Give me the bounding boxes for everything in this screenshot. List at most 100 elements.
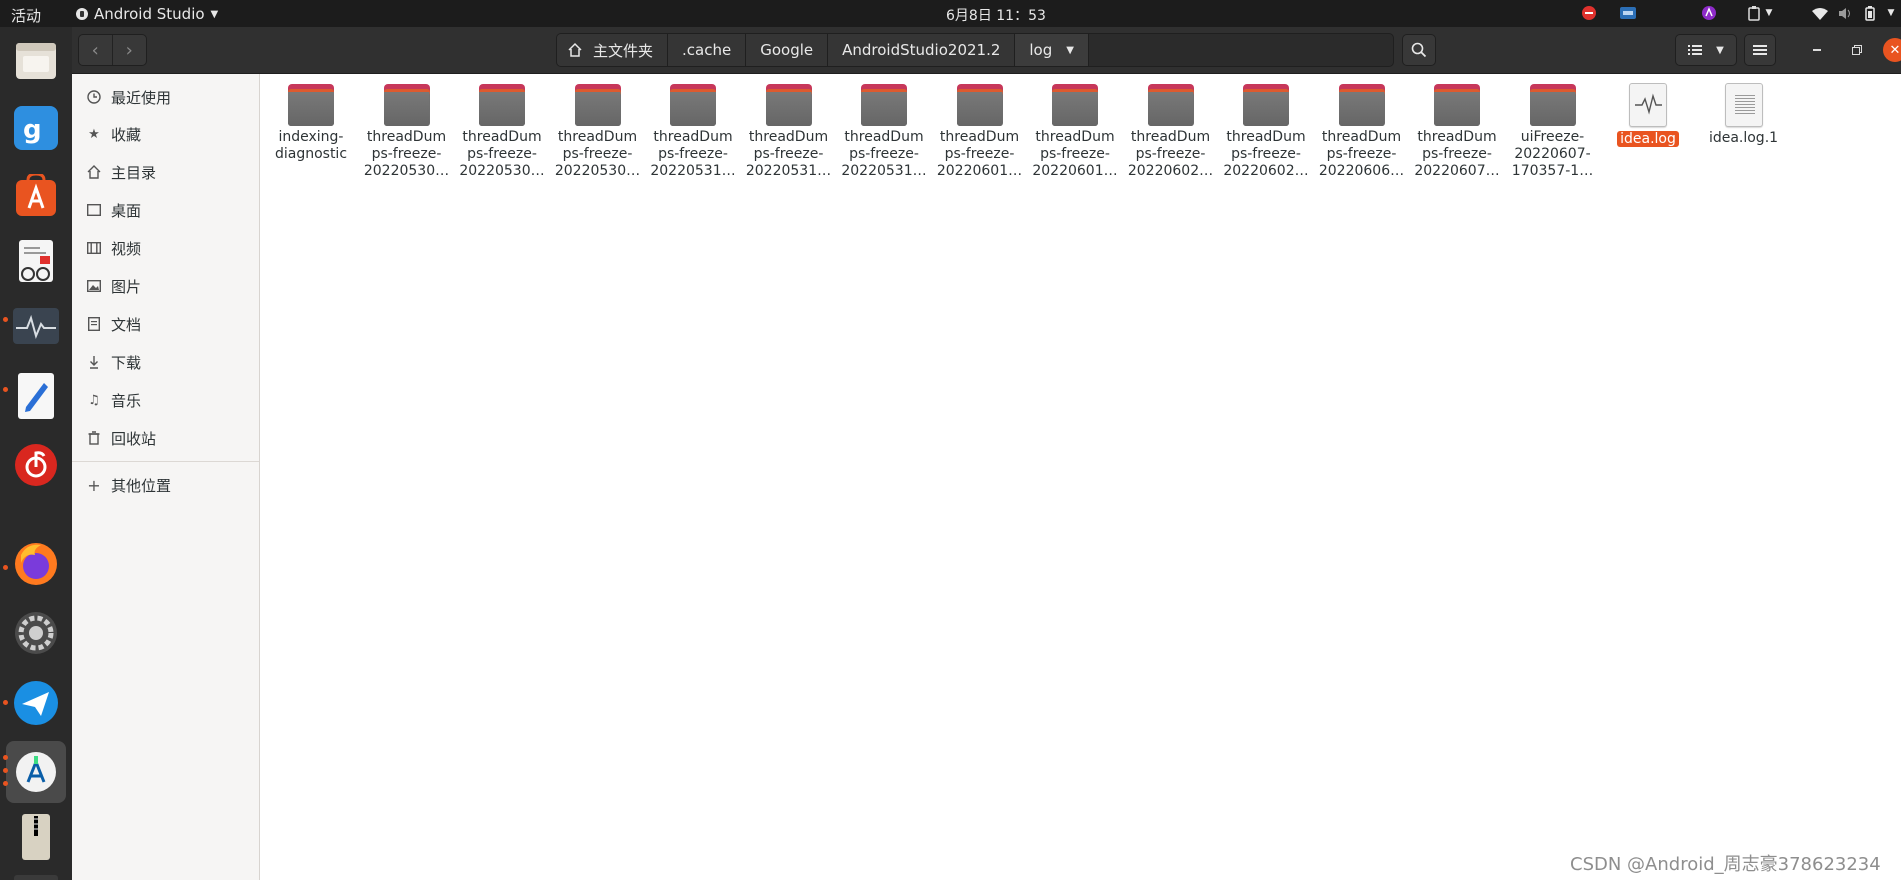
archive-manager-icon[interactable] xyxy=(12,813,60,861)
volume-icon[interactable] xyxy=(1836,4,1856,22)
folder-item[interactable]: threadDum ps-freeze- 20220531… xyxy=(648,82,738,180)
breadcrumb-label: Google xyxy=(760,41,814,59)
file-name-line: 20220530… xyxy=(554,163,641,179)
running-indicator xyxy=(3,317,8,322)
breadcrumb-home[interactable]: 主文件夹 xyxy=(557,34,669,66)
file-name-line: threadDum xyxy=(1321,129,1402,145)
breadcrumb-cache[interactable]: .cache xyxy=(668,34,747,66)
messenger-icon[interactable] xyxy=(12,679,60,727)
sidebar-item-recent[interactable]: 最近使用 xyxy=(72,79,259,115)
activities-button[interactable]: 活动 xyxy=(11,5,41,26)
firefox-icon[interactable] xyxy=(12,540,60,588)
search-icon xyxy=(1411,42,1427,58)
sidebar-item-other-locations[interactable]: + 其他位置 xyxy=(72,467,259,503)
sidebar: 最近使用 ★ 收藏 主目录 桌面 视频 图片 文档 下载 ♫ 音乐 回收站 + … xyxy=(72,74,260,880)
folder-item[interactable]: threadDum ps-freeze- 20220607… xyxy=(1412,82,1502,180)
software-store-icon[interactable] xyxy=(12,172,60,220)
folder-icon xyxy=(765,84,812,126)
breadcrumb-log[interactable]: log ▼ xyxy=(1015,34,1089,66)
sidebar-item-videos[interactable]: 视频 xyxy=(72,230,259,266)
netease-music-icon[interactable] xyxy=(12,441,60,489)
system-monitor-icon[interactable] xyxy=(12,302,60,350)
minimize-icon xyxy=(1813,49,1821,51)
sidebar-item-downloads[interactable]: 下载 xyxy=(72,344,259,380)
input-method-settings-icon[interactable]: g xyxy=(12,104,60,152)
wifi-icon[interactable] xyxy=(1810,4,1830,22)
menu-button[interactable] xyxy=(1744,34,1776,66)
sidebar-item-trash[interactable]: 回收站 xyxy=(72,420,259,456)
maximize-button[interactable] xyxy=(1846,39,1868,61)
app-menu[interactable]: Android Studio ▼ xyxy=(76,5,218,23)
document-viewer-icon[interactable] xyxy=(12,239,60,287)
close-button[interactable]: ✕ xyxy=(1883,38,1901,62)
file-name-line: threadDum xyxy=(653,129,733,145)
sidebar-item-starred[interactable]: ★ 收藏 xyxy=(72,116,259,152)
sidebar-item-documents[interactable]: 文档 xyxy=(72,306,259,342)
android-studio-dock-icon[interactable] xyxy=(6,741,66,803)
breadcrumb-androidstudio[interactable]: AndroidStudio2021.2 xyxy=(828,34,1016,66)
system-menu-chevron-icon[interactable]: ▼ xyxy=(1884,4,1898,22)
file-item[interactable]: idea.log xyxy=(1603,82,1693,148)
app-indicator-icon[interactable] xyxy=(1700,4,1718,22)
file-name-line: ps-freeze- xyxy=(1422,146,1492,162)
folder-icon xyxy=(670,84,716,126)
folder-item[interactable]: threadDum ps-freeze- 20220530… xyxy=(457,82,547,180)
folder-item[interactable]: threadDum ps-freeze- 20220602… xyxy=(1126,82,1216,180)
file-name-line: ps-freeze- xyxy=(1326,146,1397,162)
clock[interactable]: 6月8日 11：53 xyxy=(946,5,1046,25)
folder-item[interactable]: threadDum ps-freeze- 20220601… xyxy=(1030,82,1120,180)
terminal-icon[interactable]: >_ xyxy=(12,862,60,880)
top-bar: 活动 Android Studio ▼ 6月8日 11：53 ▼ ▼ xyxy=(0,0,1901,27)
file-name-line: 20220531… xyxy=(745,163,832,179)
sidebar-item-pictures[interactable]: 图片 xyxy=(72,268,259,304)
back-button[interactable]: ‹ xyxy=(79,35,113,65)
sidebar-item-label: 视频 xyxy=(111,239,142,258)
file-name: threadDum ps-freeze- 20220602… xyxy=(1221,129,1311,180)
folder-item[interactable]: threadDum ps-freeze- 20220530… xyxy=(553,82,643,180)
file-name-line: 20220601… xyxy=(1032,163,1118,179)
folder-item[interactable]: uiFreeze- 20220607- 170357-1… xyxy=(1508,82,1598,180)
file-name-line: 20220607… xyxy=(1414,163,1500,179)
minimize-button[interactable] xyxy=(1806,39,1828,61)
folder-item[interactable]: threadDum ps-freeze- 20220602… xyxy=(1221,82,1311,180)
file-name-line: ps-freeze- xyxy=(849,146,919,162)
folder-icon xyxy=(1338,84,1385,126)
folder-item[interactable]: threadDum ps-freeze- 20220531… xyxy=(839,82,929,180)
folder-item[interactable]: threadDum ps-freeze- 20220606… xyxy=(1317,82,1407,180)
file-name-line: ps-freeze- xyxy=(944,146,1015,162)
folder-item[interactable]: indexing-diagnostic xyxy=(266,82,356,163)
do-not-disturb-icon[interactable] xyxy=(1580,4,1598,22)
folder-icon xyxy=(1434,84,1480,126)
battery-icon[interactable] xyxy=(1862,4,1878,22)
folder-item[interactable]: threadDum ps-freeze- 20220531… xyxy=(744,82,834,180)
sidebar-divider xyxy=(72,461,259,462)
file-name: indexing-diagnostic xyxy=(266,129,356,163)
file-name: uiFreeze- 20220607- 170357-1… xyxy=(1508,129,1598,180)
forward-button[interactable]: › xyxy=(113,35,147,65)
view-options-button[interactable]: ▼ xyxy=(1675,34,1737,66)
folder-icon xyxy=(1147,84,1194,126)
files-icon[interactable] xyxy=(12,36,60,84)
folder-icon xyxy=(288,84,334,126)
settings-gear-icon[interactable] xyxy=(12,609,60,657)
folder-item[interactable]: threadDum ps-freeze- 20220530… xyxy=(362,82,452,180)
plus-icon: + xyxy=(87,475,101,495)
close-icon: ✕ xyxy=(1889,42,1901,58)
file-name-line: 170357-1… xyxy=(1511,163,1594,179)
file-item[interactable]: idea.log.1 xyxy=(1699,82,1789,147)
android-studio-icon xyxy=(76,8,88,20)
sidebar-item-desktop[interactable]: 桌面 xyxy=(72,192,259,228)
sidebar-item-home[interactable]: 主目录 xyxy=(72,154,259,190)
file-name-line: ps-freeze- xyxy=(371,146,442,162)
folder-item[interactable]: threadDum ps-freeze- 20220601… xyxy=(935,82,1025,180)
input-method-icon[interactable] xyxy=(1618,4,1638,22)
text-editor-icon[interactable] xyxy=(12,372,60,420)
file-name-line: uiFreeze- xyxy=(1520,129,1585,145)
breadcrumb-google[interactable]: Google xyxy=(746,34,829,66)
search-button[interactable] xyxy=(1402,34,1436,66)
text-file-icon xyxy=(1724,83,1763,127)
chevron-down-icon: ▼ xyxy=(1716,44,1724,56)
clipboard-icon[interactable]: ▼ xyxy=(1743,4,1777,22)
sidebar-item-music[interactable]: ♫ 音乐 xyxy=(72,382,259,418)
file-name: threadDum ps-freeze- 20220530… xyxy=(553,129,643,180)
